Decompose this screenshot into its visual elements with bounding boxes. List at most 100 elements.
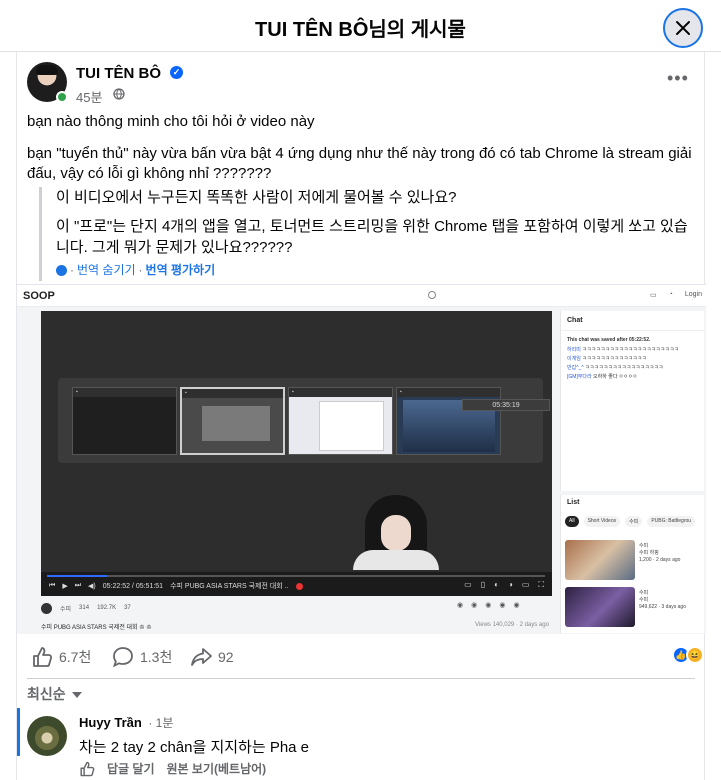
list-item-text: 수피 수피 하핑 1,200 · 2 days ago xyxy=(639,543,681,563)
comment-button[interactable]: 1.3천 xyxy=(112,646,172,668)
chat-line: 이게임 ㅋㅋㅋㅋㅋㅋㅋㅋㅋㅋㅋㅋㅋㅋ xyxy=(567,356,647,362)
commenter-name[interactable]: Huyy Trần xyxy=(79,715,142,730)
meta-stat: 192.7K xyxy=(97,605,117,611)
more-options-icon[interactable]: ••• xyxy=(667,69,688,92)
task-window: ▪ xyxy=(396,387,501,455)
speed-icon: ◑ xyxy=(507,580,513,589)
comment-item: Huyy Trần · 1분 차는 2 tay 2 chân을 지지하는 Pha… xyxy=(17,708,706,780)
comment-actions: 답글 달기 원본 보기(베트남어) xyxy=(79,760,266,777)
comment-sort-dropdown[interactable]: 최신순 xyxy=(27,684,82,704)
live-record-icon xyxy=(295,582,303,590)
list-title: List xyxy=(567,499,580,506)
post-text-line: bạn nào thông minh cho tôi hỏi ở video n… xyxy=(27,113,315,130)
chat-saved-note: This chat was saved after 05:22:52. xyxy=(567,337,651,343)
task-window: ▪ xyxy=(72,387,177,455)
comment-time[interactable]: · 1분 xyxy=(148,716,173,730)
translate-gear-icon xyxy=(56,265,67,276)
comment-highlight-bar xyxy=(17,708,20,756)
author-name[interactable]: TUI TÊN BÔ xyxy=(76,65,161,82)
action-icon: ◉ xyxy=(499,602,506,609)
share-count: 92 xyxy=(218,649,234,665)
task-window: ▪ xyxy=(180,387,285,455)
list-item-text: 수피 수피 949,622 · 3 days ago xyxy=(639,590,686,610)
comment-icon xyxy=(112,647,133,668)
player-time: 05:22:52 / 05:51:51 xyxy=(102,582,164,590)
list-tabs: All Short Videos 수피 PUBG: Battlegrou xyxy=(561,510,704,533)
post-timestamp[interactable]: 45분 xyxy=(76,87,102,106)
video-thumbnail xyxy=(565,540,635,580)
close-icon xyxy=(676,21,690,35)
chat-line: [GM]무다라 오하하 좋다 ㅇㅇㅇㅇ xyxy=(567,374,638,380)
list-tab: Short Videos xyxy=(583,516,621,527)
video-actions: ◉ ◉ ◉ ◉ ◉ xyxy=(457,601,520,609)
login-link: Login xyxy=(684,291,702,298)
close-button[interactable] xyxy=(663,8,703,48)
meta-stat: 37 xyxy=(124,605,131,611)
play-icon: ▶ xyxy=(62,583,68,590)
bell-icon: ◔ xyxy=(668,291,673,298)
list-panel: List All Short Videos 수피 PUBG: Battlegro… xyxy=(560,495,704,633)
clip-icon: ▯ xyxy=(480,580,486,589)
task-window: ▪ xyxy=(288,387,393,455)
video-thumbnail xyxy=(565,587,635,627)
chat-line: 반갑^_^ ㅋㅋㅋㅋㅋㅋㅋㅋㅋㅋㅋㅋㅋㅋㅋㅋㅋ xyxy=(567,365,664,371)
channel-avatar xyxy=(41,602,52,614)
share-icon xyxy=(191,648,212,666)
next-icon: ⏭ xyxy=(74,582,82,589)
meta-stat: 314 xyxy=(79,605,90,611)
online-status-icon xyxy=(56,91,68,103)
volume-icon: ◀) xyxy=(88,583,96,590)
globe-icon xyxy=(113,88,125,100)
like-icon xyxy=(33,647,53,667)
action-icon: ◉ xyxy=(485,602,492,609)
post-media-screenshot[interactable]: SOOP ▭ ◔ Login ▪ ▪ ▪ ▪ 05:35:19 ⏮ ▶ ⏭ ◀) 05:2… xyxy=(17,284,706,634)
comment-count: 1.3천 xyxy=(140,649,173,665)
chat-line: 하리미 ㅋㅋㅋㅋㅋㅋㅋㅋㅋㅋㅋㅋㅋㅋㅋㅋㅋㅋㅋㅋㅋ xyxy=(567,347,679,353)
sort-label: 최신순 xyxy=(27,686,66,702)
chat-title: Chat xyxy=(561,311,704,331)
translation-line: 이 비디오에서 누구든지 똑똑한 사람이 저에게 물어볼 수 있나요? xyxy=(56,189,457,206)
player-controls-left: ⏮ ▶ ⏭ ◀) 05:22:52 / 05:51:51 수피 PUBG ASIA S… xyxy=(49,581,303,591)
settings-icon: ◐ xyxy=(494,580,499,589)
verified-badge-icon: ✓ xyxy=(170,66,183,79)
post-text-line: bạn "tuyển thủ" này vừa bấn vừa bật 4 ứn… xyxy=(27,145,692,182)
divider xyxy=(27,678,695,679)
modal-title: TUI TÊN BÔ님의 게시물 xyxy=(255,19,466,41)
task-view-overlay: ▪ ▪ ▪ ▪ xyxy=(58,378,543,463)
post-scroll-area[interactable]: TUI TÊN BÔ ✓ 45분 ••• bạn nào thông minh … xyxy=(16,52,706,780)
search-icon xyxy=(428,291,436,299)
cast-icon: ▭ xyxy=(650,292,657,299)
player-controls-right: ▭ ▯ ◐ ◑ ▭ ⛶ xyxy=(464,580,544,590)
embedded-video-title: 수피 PUBG ASIA STARS 국제전 대회 ♔ ♔ xyxy=(41,625,152,631)
site-logo: SOOP xyxy=(23,290,55,302)
site-header-right: ▭ ◔ Login xyxy=(650,291,702,299)
commenter-avatar[interactable] xyxy=(27,716,67,756)
comment-text: 차는 2 tay 2 chân을 지지하는 Pha e xyxy=(79,739,310,756)
prev-icon: ⏮ xyxy=(49,582,56,589)
share-button[interactable]: 92 xyxy=(190,646,234,668)
rate-translation-link[interactable]: 번역 평가하기 xyxy=(146,260,216,281)
post-body: bạn nào thông minh cho tôi hỏi ở video n… xyxy=(27,112,693,196)
like-button[interactable]: 6.7천 xyxy=(31,646,91,668)
translation-block: 이 비디오에서 누구든지 똑똑한 사람이 저에게 물어볼 수 있나요? 이 "프… xyxy=(39,187,691,281)
streamer-webcam xyxy=(347,495,442,570)
reply-button[interactable]: 답글 달기 xyxy=(107,760,155,777)
theater-icon: ▭ xyxy=(521,580,530,589)
player-controls: ⏮ ▶ ⏭ ◀) 05:22:52 / 05:51:51 수피 PUBG ASIA S… xyxy=(41,572,552,596)
action-icon: ◉ xyxy=(457,602,464,609)
modal-header: TUI TÊN BÔ님의 게시물 xyxy=(0,0,721,52)
hide-translation-link[interactable]: 번역 숨기기 xyxy=(77,260,136,281)
haha-reaction-icon: 😆 xyxy=(686,646,704,664)
chat-panel: Chat This chat was saved after 05:22:52.… xyxy=(560,311,704,491)
reaction-summary[interactable]: 👍 😆 xyxy=(672,646,704,664)
like-count: 6.7천 xyxy=(59,649,92,665)
like-icon[interactable] xyxy=(79,761,95,777)
clock-badge: 05:35:19 xyxy=(462,399,550,411)
list-tab: All xyxy=(565,516,579,527)
embedded-video-views: Views 140,029 · 2 days ago xyxy=(475,622,549,628)
channel-name: 수피 xyxy=(60,606,72,613)
list-tab: PUBG: Battlegrou xyxy=(647,516,696,527)
action-icon: ◉ xyxy=(471,602,478,609)
see-original-button[interactable]: 원본 보기(베트남어) xyxy=(167,760,267,777)
player-progress-bar[interactable] xyxy=(47,575,545,577)
